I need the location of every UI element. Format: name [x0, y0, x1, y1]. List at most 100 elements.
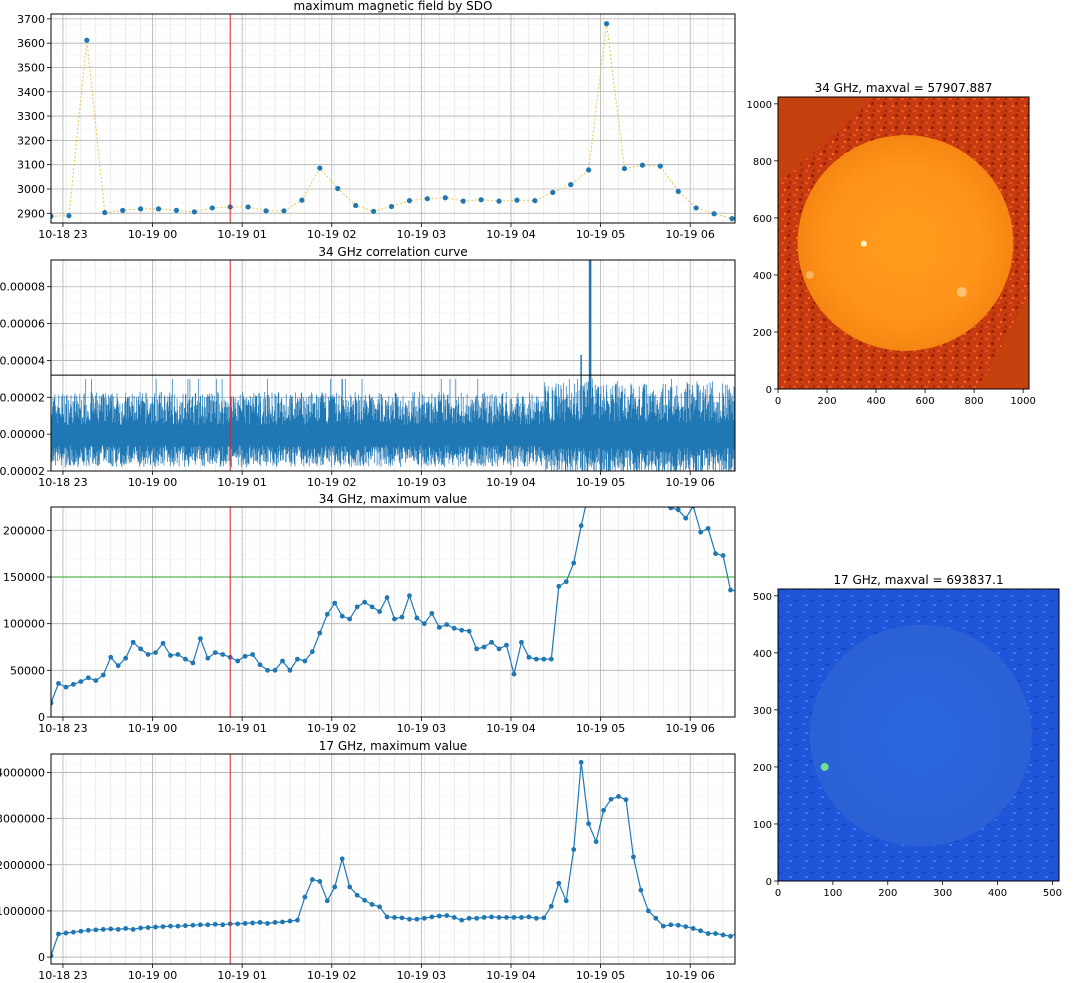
- x-tick-label: 200: [817, 396, 836, 407]
- data-point: [108, 654, 114, 660]
- data-point: [153, 924, 158, 930]
- data-point: [459, 917, 465, 923]
- data-point: [145, 652, 151, 657]
- chart-panel-3: 10-18 23 10-19 00 10-19 01 10-19 02 10-19 03…: [3, 492, 748, 735]
- data-point: [638, 887, 644, 893]
- y-tick-label: 800: [753, 157, 772, 168]
- data-point: [299, 197, 305, 203]
- data-point: [123, 655, 129, 661]
- data-point: [729, 216, 735, 222]
- y-tick-label: 3100: [17, 159, 45, 172]
- data-point: [265, 667, 270, 673]
- data-point: [302, 658, 308, 664]
- data-point: [541, 915, 547, 921]
- y-tick-label: 3200: [17, 134, 45, 147]
- data-point: [209, 205, 215, 211]
- data-point: [339, 613, 345, 619]
- data-point: [608, 796, 614, 802]
- data-point: [586, 821, 592, 827]
- data-point: [160, 640, 166, 646]
- data-point: [683, 515, 689, 521]
- data-point: [668, 922, 674, 928]
- data-point: [250, 652, 256, 657]
- data-point: [287, 918, 293, 924]
- data-point: [563, 898, 569, 904]
- data-point: [353, 202, 359, 209]
- data-point: [758, 920, 763, 925]
- data-point: [548, 656, 554, 662]
- bright-spot: [956, 287, 967, 298]
- y-tick-label: 0: [38, 951, 45, 964]
- data-point: [138, 646, 144, 652]
- data-point: [93, 927, 99, 933]
- data-point: [287, 667, 293, 673]
- y-tick-label: 0: [766, 877, 772, 888]
- data-point: [720, 932, 726, 938]
- data-point: [399, 614, 405, 620]
- data-point: [519, 639, 524, 645]
- data-point: [102, 209, 108, 216]
- data-point: [399, 915, 405, 921]
- x-tick-label: 10-19 05: [576, 969, 625, 979]
- data-point: [496, 198, 502, 204]
- y-tick-label: 4000000: [0, 766, 45, 779]
- data-point: [317, 630, 323, 636]
- data-point: [601, 807, 606, 813]
- bright-spot: [805, 270, 814, 279]
- data-point: [263, 208, 269, 214]
- data-point: [743, 595, 748, 600]
- x-tick-label: 400: [867, 396, 886, 407]
- data-point: [197, 922, 203, 928]
- y-tick-label: 500: [753, 592, 772, 603]
- data-point: [388, 203, 395, 210]
- data-point: [690, 926, 696, 931]
- y-tick-label: 200: [753, 763, 772, 774]
- bright-spot: [820, 762, 829, 771]
- data-point: [504, 914, 509, 920]
- data-point: [205, 655, 211, 661]
- data-point: [332, 600, 338, 606]
- data-point: [115, 663, 121, 669]
- data-point: [533, 915, 539, 921]
- data-point: [71, 681, 76, 687]
- data-point: [436, 913, 442, 919]
- data-point: [711, 211, 717, 217]
- data-point: [478, 197, 484, 203]
- data-point: [369, 902, 375, 907]
- x-tick-label: 10-19 05: [576, 722, 625, 735]
- x-tick-label: 10-18 23: [38, 722, 87, 735]
- data-point: [489, 914, 494, 920]
- data-point: [257, 920, 263, 925]
- data-point: [550, 189, 556, 195]
- x-tick-label: 600: [916, 396, 935, 407]
- data-point: [504, 642, 509, 648]
- data-point: [242, 653, 248, 659]
- data-point: [421, 621, 427, 627]
- data-point: [138, 925, 144, 931]
- data-point: [160, 924, 166, 930]
- data-point: [460, 198, 466, 204]
- x-tick-label: 300: [933, 888, 952, 899]
- data-point: [675, 507, 681, 513]
- y-tick-label: 600: [753, 214, 772, 225]
- x-tick-label: 10-19 02: [307, 969, 356, 979]
- chart-title: 34 GHz, maximum value: [319, 492, 467, 506]
- data-point: [377, 609, 382, 614]
- data-point: [392, 914, 397, 920]
- x-tick-label: 10-18 23: [38, 476, 87, 489]
- x-tick-label: 100: [823, 888, 842, 899]
- data-point: [317, 165, 323, 171]
- x-tick-label: 10-19 01: [217, 476, 266, 489]
- data-point: [130, 639, 136, 645]
- data-point: [250, 920, 256, 926]
- image-34ghz: [778, 97, 1029, 389]
- data-point: [705, 931, 711, 936]
- data-point: [683, 924, 689, 930]
- y-tick-label: 200000: [3, 524, 45, 537]
- x-tick-label: 10-19 04: [486, 228, 535, 241]
- y-tick-label: 150000: [3, 571, 45, 584]
- chart-panel-2: 10-18 23 10-19 00 10-19 01 10-19 02 10-19 03…: [0, 245, 736, 489]
- y-tick-label: 1000: [747, 100, 772, 111]
- data-point: [511, 671, 517, 677]
- data-point: [414, 916, 420, 922]
